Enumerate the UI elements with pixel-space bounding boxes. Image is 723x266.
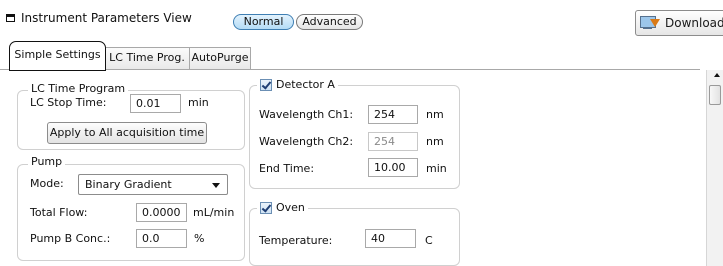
pump-mode-select[interactable]: Binary Gradient [78,174,228,195]
pump-legend: Pump [28,156,66,168]
total-flow-unit: mL/min [193,206,235,219]
chevron-down-icon [212,183,220,188]
temperature-unit: C [425,234,433,247]
lc-stop-time-unit: min [188,96,209,109]
oven-legend: Oven [257,202,308,214]
detector-a-legend: Detector A [257,79,338,91]
wavelength-ch1-input[interactable]: 254 [368,105,418,124]
tab-lc-time-prog[interactable]: LC Time Prog. [104,47,190,69]
wavelength-ch1-unit: nm [426,108,444,121]
download-label: Download [665,16,723,30]
oven-label: Oven [276,201,305,214]
download-icon [640,14,660,32]
pump-mode-label: Mode: [30,177,64,190]
wavelength-ch2-input[interactable]: 254 [368,132,418,151]
wavelength-ch1-label: Wavelength Ch1: [259,108,354,121]
temperature-input[interactable]: 40 [365,229,416,248]
end-time-unit: min [426,162,447,175]
normal-mode-button[interactable]: Normal [233,14,294,30]
pump-b-conc-unit: % [194,232,205,245]
window-icon [6,14,15,22]
advanced-mode-button[interactable]: Advanced [296,14,363,30]
wavelength-ch2-unit: nm [426,135,444,148]
temperature-label: Temperature: [259,234,333,247]
scroll-up-arrow-icon[interactable] [714,73,720,77]
scrollbar-thumb[interactable] [709,85,721,105]
detector-a-checkbox[interactable] [260,79,272,91]
end-time-input[interactable]: 10.00 [368,158,418,177]
pump-b-conc-input[interactable]: 0.0 [136,229,187,248]
lc-time-program-legend: LC Time Program [28,83,129,95]
view-title: Instrument Parameters View [6,11,192,25]
wavelength-ch2-label: Wavelength Ch2: [259,135,354,148]
tab-simple-settings[interactable]: Simple Settings [9,41,106,71]
lc-stop-time-label: LC Stop Time: [30,96,107,109]
total-flow-input[interactable]: 0.0000 [136,203,187,222]
lc-stop-time-input[interactable]: 0.01 [130,94,181,113]
view-title-text: Instrument Parameters View [21,11,192,25]
apply-to-all-button[interactable]: Apply to All acquisition time [47,122,207,144]
end-time-label: End Time: [259,162,315,175]
detector-a-label: Detector A [276,78,335,91]
tab-autopurge[interactable]: AutoPurge [189,47,251,69]
oven-checkbox[interactable] [260,202,272,214]
pump-mode-value: Binary Gradient [85,178,172,191]
pump-b-conc-label: Pump B Conc.: [30,232,111,245]
download-button[interactable]: Download [635,10,723,36]
total-flow-label: Total Flow: [30,206,88,219]
